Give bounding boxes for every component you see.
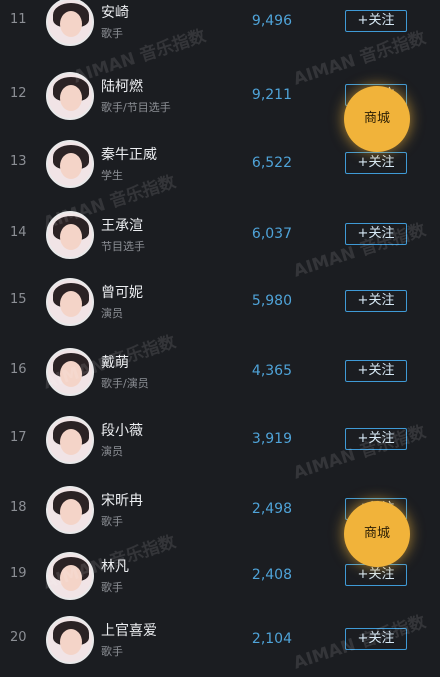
rank-number: 17 [10, 430, 27, 445]
score-value: 4,365 [251, 363, 292, 379]
follow-button[interactable]: +关注 [345, 152, 407, 174]
avatar-icon[interactable] [46, 616, 94, 664]
artist-role: 歌手 [101, 27, 123, 40]
follow-button[interactable]: +关注 [345, 564, 407, 586]
artist-name[interactable]: 安崎 [101, 2, 129, 22]
rank-number: 11 [10, 12, 27, 27]
rank-number: 16 [10, 362, 27, 377]
artist-name[interactable]: 宋昕冉 [101, 490, 143, 510]
ranking-row[interactable]: 15 曾可妮演员 5,980 +关注 [0, 270, 440, 336]
follow-button[interactable]: +关注 [345, 360, 407, 382]
avatar-icon[interactable] [46, 0, 94, 46]
rank-number: 15 [10, 292, 27, 307]
artist-role: 歌手/节目选手 [101, 101, 171, 114]
avatar-icon[interactable] [46, 140, 94, 188]
artist-role: 学生 [101, 169, 123, 182]
artist-role: 歌手 [101, 515, 123, 528]
artist-name[interactable]: 曾可妮 [101, 282, 143, 302]
artist-role: 歌手 [101, 645, 123, 658]
score-value: 9,211 [251, 87, 292, 103]
score-value: 2,104 [251, 631, 292, 647]
artist-name[interactable]: 上官喜爱 [101, 620, 157, 640]
artist-role: 演员 [101, 445, 123, 458]
rank-number: 14 [10, 225, 27, 240]
mall-button[interactable]: 商城 [344, 501, 410, 567]
artist-role: 歌手/演员 [101, 377, 149, 390]
score-value: 2,408 [251, 567, 292, 583]
score-value: 6,037 [251, 226, 292, 242]
score-value: 2,498 [251, 501, 292, 517]
artist-name[interactable]: 秦牛正威 [101, 144, 157, 164]
mall-button[interactable]: 商城 [344, 86, 410, 152]
avatar-icon[interactable] [46, 486, 94, 534]
artist-role: 歌手 [101, 581, 123, 594]
follow-button[interactable]: +关注 [345, 290, 407, 312]
score-value: 3,919 [251, 431, 292, 447]
artist-name[interactable]: 陆柯燃 [101, 76, 143, 96]
score-value: 9,496 [251, 13, 292, 29]
follow-button[interactable]: +关注 [345, 10, 407, 32]
rank-number: 18 [10, 500, 27, 515]
avatar-icon[interactable] [46, 416, 94, 464]
artist-role: 演员 [101, 307, 123, 320]
rank-number: 19 [10, 566, 27, 581]
rank-number: 12 [10, 86, 27, 101]
score-value: 5,980 [251, 293, 292, 309]
artist-name[interactable]: 段小薇 [101, 420, 143, 440]
artist-role: 节目选手 [101, 240, 145, 253]
avatar-icon[interactable] [46, 278, 94, 326]
rank-number: 13 [10, 154, 27, 169]
rank-number: 20 [10, 630, 27, 645]
artist-name[interactable]: 王承渲 [101, 215, 143, 235]
score-value: 6,522 [251, 155, 292, 171]
